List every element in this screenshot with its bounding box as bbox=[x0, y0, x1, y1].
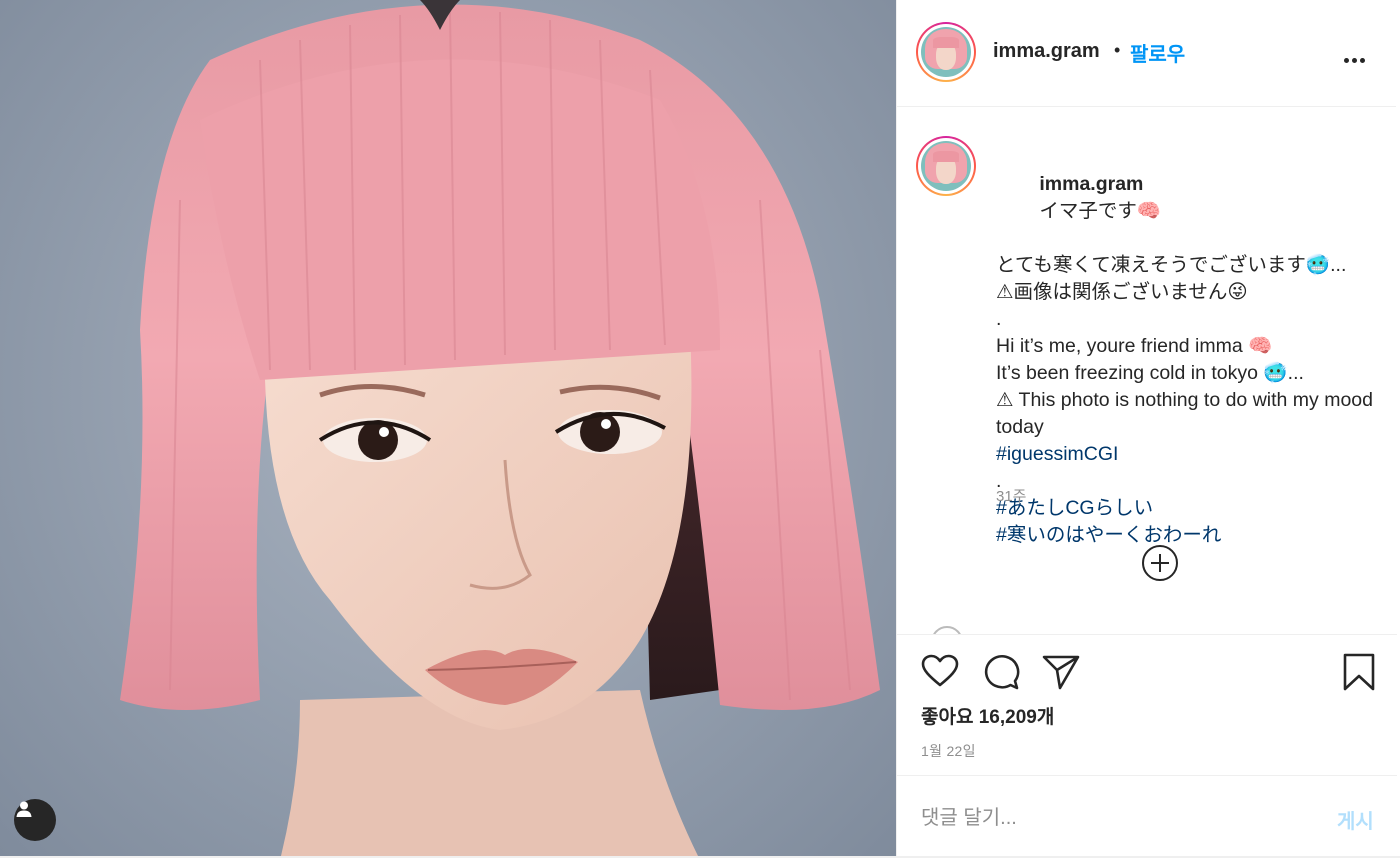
post-side-panel: imma.gram • 팔로우 imma.gram イマ子です🧠 とても寒くて凍… bbox=[896, 0, 1397, 856]
like-heart-icon[interactable] bbox=[921, 654, 959, 688]
tagged-user-button[interactable] bbox=[14, 799, 56, 841]
post-image[interactable] bbox=[0, 0, 896, 856]
comment-bubble-icon[interactable] bbox=[982, 654, 1020, 690]
author-username[interactable]: imma.gram bbox=[993, 40, 1100, 63]
comment-input[interactable] bbox=[921, 801, 1301, 835]
comments-section[interactable]: imma.gram イマ子です🧠 とても寒くて凍えそうでございます🥶... ⚠画… bbox=[897, 108, 1397, 635]
likes-count[interactable]: 좋아요 16,209개 bbox=[921, 702, 1054, 729]
hashtag-link[interactable]: #あたしCGらしい bbox=[996, 495, 1376, 522]
more-options-icon[interactable] bbox=[1344, 50, 1370, 63]
caption-line: . bbox=[996, 470, 1002, 492]
caption-author-avatar[interactable] bbox=[916, 136, 976, 196]
post-caption: imma.gram イマ子です🧠 とても寒くて凍えそうでございます🥶... ⚠画… bbox=[996, 144, 1376, 549]
post-actions: 좋아요 16,209개 1월 22일 bbox=[897, 636, 1397, 776]
user-icon bbox=[16, 801, 32, 817]
caption-first-line: イマ子です🧠 bbox=[1039, 200, 1162, 222]
share-send-icon[interactable] bbox=[1042, 654, 1080, 690]
post-date[interactable]: 1월 22일 bbox=[921, 741, 976, 761]
caption-line: とても寒くて凍えそうでございます🥶... bbox=[996, 254, 1347, 276]
post-header: imma.gram • 팔로우 bbox=[897, 0, 1396, 107]
hashtag-link[interactable]: #iguessimCGI bbox=[996, 441, 1376, 468]
next-comment-avatar bbox=[931, 626, 963, 634]
save-bookmark-icon[interactable] bbox=[1341, 652, 1377, 692]
caption-username[interactable]: imma.gram bbox=[1039, 173, 1143, 195]
caption-line: Hi it’s me, youre friend imma 🧠 bbox=[996, 335, 1273, 357]
hashtag-link[interactable]: #寒いのはやーくおわーれ bbox=[996, 522, 1376, 549]
caption-line: . bbox=[996, 308, 1002, 330]
portrait-illustration bbox=[120, 0, 880, 856]
caption-line: It’s been freezing cold in tokyo 🥶... bbox=[996, 362, 1304, 384]
caption-line: ⚠画像は関係ございません😜 bbox=[996, 281, 1248, 303]
post-comment-button[interactable]: 게시 bbox=[1337, 805, 1374, 834]
load-more-comments-icon[interactable] bbox=[1142, 545, 1178, 581]
caption-line: ⚠ This photo is nothing to do with my mo… bbox=[996, 389, 1379, 438]
caption-time-ago[interactable]: 31주 bbox=[996, 485, 1027, 506]
author-avatar[interactable] bbox=[916, 22, 976, 82]
separator-dot: • bbox=[1114, 40, 1121, 60]
follow-button[interactable]: 팔로우 bbox=[1130, 38, 1185, 67]
add-comment-bar: 게시 bbox=[897, 777, 1397, 856]
